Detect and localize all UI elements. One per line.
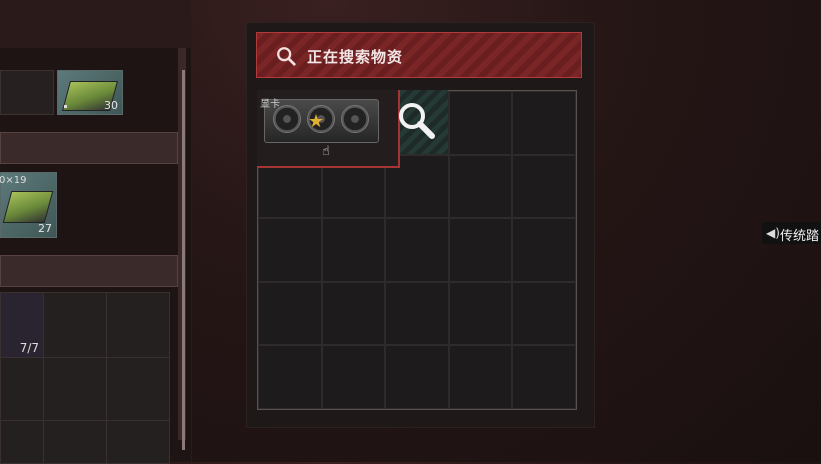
item-thumbnail <box>2 191 54 223</box>
voice-chat-chip[interactable]: ◀) 传统踏 <box>762 222 821 244</box>
inventory-header <box>0 0 191 48</box>
loot-grid-cell[interactable] <box>448 91 513 155</box>
loot-grid-cell[interactable] <box>321 345 386 409</box>
loot-grid-cell[interactable] <box>512 154 576 219</box>
magnifier-icon <box>399 103 435 139</box>
loot-grid-cell[interactable] <box>448 154 513 219</box>
sub-container-fraction: 7/7 <box>19 341 39 355</box>
loot-grid-cell[interactable] <box>512 345 576 409</box>
loot-grid-cell[interactable] <box>385 345 449 409</box>
voice-chat-label: 传统踏 <box>780 229 820 244</box>
found-item-label: 显卡 <box>260 99 280 110</box>
item-count: 30 <box>104 99 118 112</box>
sub-container-cell[interactable] <box>43 357 107 421</box>
sub-container-cell[interactable] <box>43 420 107 464</box>
search-icon <box>277 47 296 66</box>
gpu-fan <box>341 105 369 133</box>
loot-grid-cell[interactable] <box>321 218 386 282</box>
loot-grid-cell[interactable] <box>385 281 449 346</box>
loot-grid-cell[interactable] <box>258 218 322 282</box>
searching-banner: 正在搜索物资 <box>256 32 582 78</box>
loot-grid-cell[interactable] <box>448 345 513 409</box>
loot-grid-cell[interactable] <box>321 281 386 346</box>
loot-grid-cell[interactable] <box>448 281 513 346</box>
speaker-icon: ◀) <box>766 226 780 240</box>
loot-grid-cell[interactable] <box>512 218 576 282</box>
inventory-slot[interactable] <box>0 70 54 115</box>
star-icon: ★ <box>308 111 325 132</box>
hand-cursor-icon: ☝ <box>322 144 330 159</box>
loot-grid-cell[interactable] <box>448 218 513 282</box>
inventory-item-tile[interactable]: 30 <box>57 70 123 115</box>
sub-container-cell[interactable] <box>0 420 44 464</box>
loot-grid-cell[interactable] <box>385 218 449 282</box>
inventory-section-bar[interactable] <box>0 132 178 164</box>
loot-grid-cell[interactable] <box>512 91 576 155</box>
loot-grid-cell[interactable] <box>512 281 576 346</box>
sub-container-cell[interactable]: 7/7 <box>0 292 44 358</box>
sub-container-cell[interactable] <box>106 357 170 421</box>
searching-status-text: 正在搜索物资 <box>307 48 404 66</box>
item-marker <box>64 105 67 108</box>
loot-grid-cell[interactable] <box>258 281 322 346</box>
item-count: 27 <box>38 222 52 235</box>
sub-container-cell[interactable] <box>106 420 170 464</box>
inventory-item-tile[interactable]: 0×19 27 <box>0 172 57 238</box>
inventory-scrollbar-thumb[interactable] <box>182 70 185 450</box>
inventory-section-bar[interactable] <box>0 255 178 287</box>
item-label: 0×19 <box>0 175 27 186</box>
sub-container-cell[interactable] <box>0 357 44 421</box>
sub-container-cell[interactable] <box>43 292 107 358</box>
sub-container-cell[interactable] <box>106 292 170 358</box>
loot-grid-cell[interactable] <box>258 345 322 409</box>
